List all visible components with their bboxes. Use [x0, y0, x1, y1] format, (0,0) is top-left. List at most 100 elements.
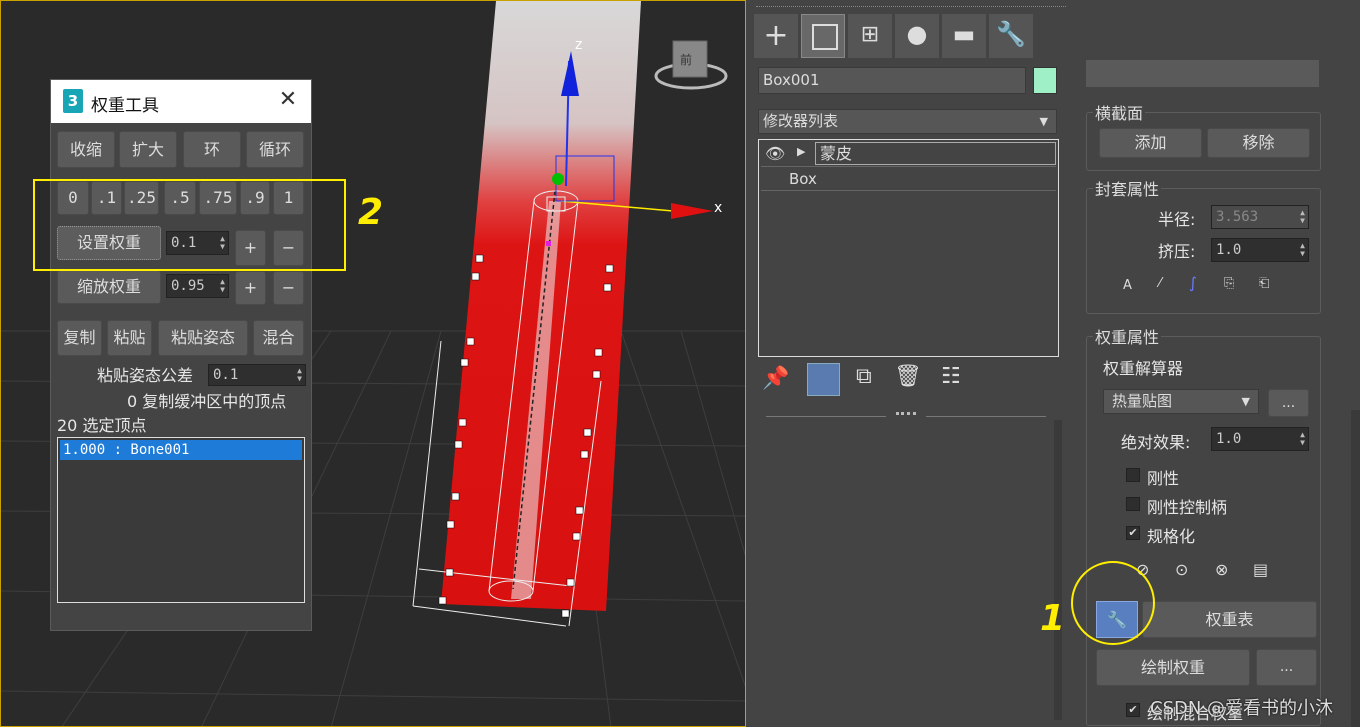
- modify-icon: [812, 24, 838, 50]
- spinner-arrows-icon: ▲ ▼: [1300, 208, 1305, 225]
- squash-spinner[interactable]: 1.0 ▲ ▼: [1211, 238, 1309, 262]
- weight-solver-label: 权重解算器: [1103, 359, 1184, 378]
- show-end-result-icon[interactable]: [807, 363, 840, 396]
- splitter-handle[interactable]: [896, 412, 916, 415]
- normalize-label: 规格化: [1147, 527, 1196, 546]
- hierarchy-icon: ⊞: [860, 22, 880, 47]
- absolute-effect-spinner[interactable]: 1.0 ▲ ▼: [1211, 427, 1309, 451]
- relative-icon[interactable]: ⁄: [1159, 276, 1161, 291]
- cross-section-title: 横截面: [1093, 100, 1146, 124]
- object-color-swatch[interactable]: [1033, 67, 1057, 94]
- app-logo-icon: 3: [63, 89, 83, 113]
- rigid-checkbox[interactable]: [1126, 468, 1140, 482]
- select-excluded-icon[interactable]: ⊗: [1215, 560, 1228, 579]
- bake-weights-icon[interactable]: ▤: [1253, 560, 1268, 579]
- add-button[interactable]: 添加: [1099, 128, 1202, 158]
- stack-item-skin[interactable]: 👁 ▶ 蒙皮: [761, 142, 1056, 167]
- chevron-down-icon: ▼: [1241, 395, 1250, 408]
- scale-minus-button[interactable]: −: [273, 271, 304, 305]
- command-panel: + ⊞ ● ▬ 🔧 Box001 修改器列表 ▼ 👁 ▶ 蒙皮 Box 📌 ⧉ 🗑…: [746, 0, 1071, 727]
- modifier-list-dropdown[interactable]: 修改器列表 ▼: [758, 109, 1057, 134]
- scale-weight-value: 0.95: [171, 278, 205, 294]
- wrench-icon: 🔧: [996, 20, 1026, 48]
- spinner-arrows-icon: ▲ ▼: [1300, 430, 1305, 447]
- annotation-circle: [1071, 561, 1155, 645]
- scale-plus-button[interactable]: +: [235, 271, 266, 305]
- grow-button[interactable]: 扩大: [119, 131, 177, 168]
- buffer-info: 0 复制缓冲区中的顶点: [127, 392, 287, 411]
- absolute-icon[interactable]: A: [1123, 278, 1132, 293]
- annotation-number-2: 2: [358, 192, 384, 233]
- eye-icon[interactable]: 👁: [765, 144, 785, 163]
- expand-arrow-icon[interactable]: ▶: [797, 145, 805, 158]
- pin-stack-icon[interactable]: 📌: [762, 366, 789, 391]
- solver-options-button[interactable]: ...: [1268, 389, 1309, 417]
- remove-button[interactable]: 移除: [1207, 128, 1310, 158]
- selected-vertex-count: 20 选定顶点: [57, 416, 147, 435]
- paste-button[interactable]: 粘贴: [107, 320, 152, 356]
- weight-tool-titlebar[interactable]: 3 权重工具 ✕: [51, 80, 311, 123]
- rigid-handles-checkbox[interactable]: [1126, 497, 1140, 511]
- tab-utilities[interactable]: 🔧: [989, 14, 1033, 58]
- weight-solver-dropdown[interactable]: 热量贴图 ▼: [1103, 389, 1259, 414]
- object-name-field[interactable]: Box001: [758, 67, 1026, 94]
- vertex-weight-list[interactable]: 1.000 : Bone001: [57, 437, 305, 603]
- tab-display[interactable]: ▬: [942, 14, 986, 58]
- absolute-effect-value: 1.0: [1216, 431, 1242, 447]
- trash-icon[interactable]: 🗑: [894, 364, 922, 389]
- configure-sets-icon[interactable]: ☷: [941, 364, 961, 389]
- squash-value: 1.0: [1216, 242, 1242, 258]
- x-axis-arrow: [671, 203, 713, 219]
- shrink-button[interactable]: 收缩: [57, 131, 115, 168]
- annotation-number-1: 1: [1040, 598, 1066, 639]
- paint-weights-button[interactable]: 绘制权重: [1096, 649, 1250, 686]
- copy-envelope-icon[interactable]: ⎘: [1224, 276, 1234, 291]
- modifier-list-label: 修改器列表: [763, 112, 839, 130]
- ring-button[interactable]: 环: [183, 131, 241, 168]
- motion-icon: ●: [906, 20, 928, 48]
- tab-hierarchy[interactable]: ⊞: [848, 14, 892, 58]
- annotation-box: [33, 179, 346, 271]
- axis-z-label: z: [575, 37, 583, 53]
- scrollbar[interactable]: [1351, 410, 1360, 727]
- list-item[interactable]: 1.000 : Bone001: [60, 440, 302, 460]
- normalize-checkbox[interactable]: ✔: [1126, 526, 1140, 540]
- tab-motion[interactable]: ●: [895, 14, 939, 58]
- stack-item-box[interactable]: Box: [761, 168, 1056, 191]
- absolute-effect-label: 绝对效果:: [1121, 433, 1191, 452]
- close-icon[interactable]: ✕: [273, 85, 303, 115]
- copy-button[interactable]: 复制: [57, 320, 102, 356]
- display-icon: ▬: [952, 20, 976, 48]
- scale-weight-button[interactable]: 缩放权重: [57, 270, 161, 304]
- scale-weight-spinner[interactable]: 0.95 ▲ ▼: [166, 274, 229, 298]
- chevron-down-icon: ▼: [1039, 115, 1048, 128]
- paste-tolerance-value: 0.1: [213, 367, 239, 383]
- axis-x-label: x: [714, 200, 723, 216]
- weight-tool-title: 权重工具: [91, 96, 159, 116]
- loop-button[interactable]: 循环: [246, 131, 304, 168]
- weight-table-button[interactable]: 权重表: [1142, 601, 1317, 638]
- paint-blend-checkbox[interactable]: ✔: [1126, 703, 1140, 717]
- paste-tolerance-spinner[interactable]: 0.1 ▲ ▼: [208, 364, 306, 386]
- radius-spinner[interactable]: 3.563 ▲ ▼: [1211, 205, 1309, 229]
- radius-label: 半径:: [1158, 210, 1196, 229]
- paint-options-button[interactable]: ...: [1256, 649, 1317, 686]
- tab-create[interactable]: +: [754, 14, 798, 58]
- blend-button[interactable]: 混合: [253, 320, 304, 356]
- plus-icon: +: [763, 18, 789, 53]
- scrollbar[interactable]: [1054, 420, 1062, 720]
- paste-tolerance-label: 粘贴姿态公差: [97, 366, 194, 385]
- make-unique-icon[interactable]: ⧉: [856, 364, 872, 389]
- falloff-icon[interactable]: ∫: [1189, 274, 1197, 292]
- paste-pose-button[interactable]: 粘贴姿态: [158, 320, 248, 356]
- viewcube-label[interactable]: 前: [680, 51, 692, 68]
- include-verts-icon[interactable]: ⊙: [1175, 560, 1188, 579]
- rigid-label: 刚性: [1147, 469, 1180, 488]
- weight-solver-value: 热量贴图: [1112, 392, 1173, 410]
- rigid-handles-label: 刚性控制柄: [1147, 498, 1228, 517]
- watermark: CSDN @爱看书的小沐: [1150, 698, 1334, 719]
- modifier-stack: 👁 ▶ 蒙皮 Box: [758, 139, 1059, 357]
- paste-envelope-icon[interactable]: ⎗: [1259, 276, 1269, 291]
- spinner-arrows-icon: ▲ ▼: [297, 366, 302, 383]
- tab-modify[interactable]: [801, 14, 845, 58]
